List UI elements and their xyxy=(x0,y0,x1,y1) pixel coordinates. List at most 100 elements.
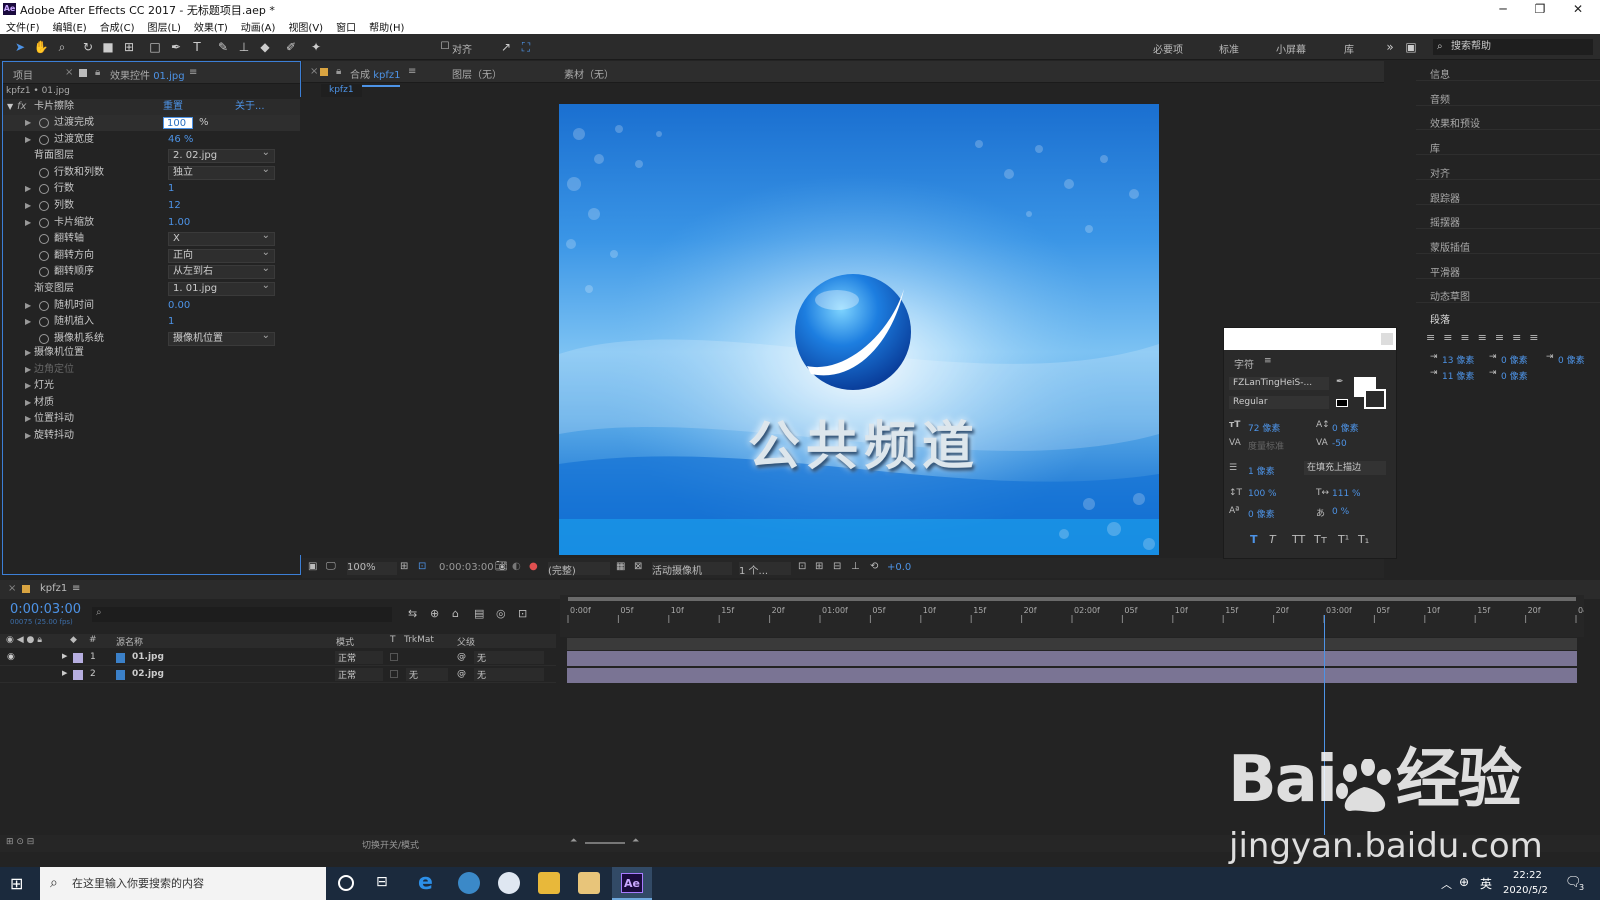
prop-dropdown[interactable]: 2. 02.jpg xyxy=(168,147,275,164)
puppet-pin-tool-icon[interactable]: ✦ xyxy=(308,39,324,55)
quality-dropdown[interactable]: (完整) xyxy=(548,562,610,577)
expand-group-icon[interactable]: ▶ xyxy=(25,362,31,378)
paragraph-align-icons[interactable]: ≡≡≡≡≡≡≡ xyxy=(1426,331,1547,344)
pen-tool-icon[interactable]: ✒ xyxy=(168,39,184,55)
expand-prop-icon[interactable]: ▶ xyxy=(25,314,31,330)
menu-file[interactable]: 文件(F) xyxy=(0,18,47,34)
right-panel-item[interactable]: 摇摆器 xyxy=(1430,214,1460,229)
vertical-scale-value[interactable]: 100 % xyxy=(1248,489,1277,499)
region-icon[interactable]: ⊡ xyxy=(418,561,426,572)
expand-prop-icon[interactable]: ▶ xyxy=(25,215,31,231)
effect-prop-row[interactable]: ▶ 随机植入 1 xyxy=(3,314,300,330)
expand-icon[interactable]: ▼ xyxy=(7,99,13,115)
prop-dropdown[interactable]: X xyxy=(168,230,275,247)
work-area-bar[interactable] xyxy=(567,638,1577,650)
close-tab-icon[interactable]: × xyxy=(65,67,73,78)
comp-breadcrumb-chip[interactable]: kpfz1 xyxy=(321,84,362,97)
about-link[interactable]: 关于... xyxy=(235,99,265,115)
layer-search-input[interactable]: ⌕ xyxy=(92,607,392,622)
taskbar-search-input[interactable]: ⌕ 在这里输入你要搜索的内容 xyxy=(40,867,326,900)
effect-prop-row[interactable]: 背面图层 2. 02.jpg xyxy=(3,147,300,164)
effect-prop-row[interactable]: 翻转方向 正向 xyxy=(3,247,300,264)
more-workspaces-icon[interactable]: » xyxy=(1382,39,1398,55)
tab-layer[interactable]: 图层（无） xyxy=(452,66,502,81)
viewer-timecode[interactable]: 0:00:03:00 xyxy=(439,562,494,573)
effect-group-row[interactable]: ▶ 灯光 xyxy=(3,378,300,394)
layer-label-color[interactable] xyxy=(73,670,83,680)
effect-prop-row[interactable]: 翻转顺序 从左到右 xyxy=(3,263,300,280)
menu-help[interactable]: 帮助(H) xyxy=(363,18,411,34)
tab-effect-controls[interactable]: 效果控件 01.jpg xyxy=(110,67,185,82)
comp-viewer[interactable]: 公共频道 xyxy=(300,97,1380,555)
draft-3d-icon[interactable]: ⊕ xyxy=(430,607,439,620)
workspace-small-screen[interactable]: 小屏幕 xyxy=(1276,41,1306,56)
type-tool-icon[interactable]: T xyxy=(189,39,205,55)
expand-group-icon[interactable]: ▶ xyxy=(25,411,31,427)
right-panel-item[interactable]: 库 xyxy=(1430,140,1440,155)
effect-group-row[interactable]: ▶ 边角定位 xyxy=(3,362,300,378)
paragraph-indent-value[interactable]: 0 像素 xyxy=(1501,353,1528,366)
zoom-slider[interactable] xyxy=(585,842,625,844)
frame-blending-icon[interactable]: ▤ xyxy=(474,607,484,620)
horizontal-scale-value[interactable]: 111 % xyxy=(1332,489,1361,499)
layer-bar-2[interactable] xyxy=(567,668,1577,683)
selection-tool-icon[interactable]: ➤ xyxy=(12,39,28,55)
exposure-value[interactable]: +0.0 xyxy=(887,562,911,573)
close-comp-tab-icon[interactable]: × xyxy=(310,66,318,77)
resolution-icon[interactable]: ⊞ xyxy=(400,561,408,572)
expand-prop-icon[interactable]: ▶ xyxy=(25,198,31,214)
clock-date[interactable]: 2020/5/2 xyxy=(1503,885,1548,896)
stroke-width-value[interactable]: 1 像素 xyxy=(1248,464,1275,477)
expand-layer-icon[interactable]: ▶ xyxy=(62,652,67,660)
flowchart-icon[interactable]: ⊥ xyxy=(851,561,860,572)
monitor-icon[interactable]: 🖵︎ xyxy=(326,561,336,572)
snap-options-icon[interactable]: ⛶ xyxy=(518,39,534,55)
app-icon-1[interactable] xyxy=(458,872,480,894)
always-preview-icon[interactable]: ▣ xyxy=(308,561,317,572)
menu-effect[interactable]: 效果(T) xyxy=(188,18,235,34)
align-checkbox-icon[interactable]: ☐ xyxy=(437,39,453,55)
file-explorer-icon[interactable] xyxy=(538,872,560,894)
expand-group-icon[interactable]: ▶ xyxy=(25,395,31,411)
col-name[interactable]: 源名称 xyxy=(116,635,143,648)
camera-dropdown[interactable]: 活动摄像机 xyxy=(652,562,732,577)
stopwatch-icon[interactable] xyxy=(39,201,49,211)
character-menu-icon[interactable]: ≡ xyxy=(1264,356,1272,366)
parent-dropdown[interactable]: 无 xyxy=(474,651,544,664)
tab-footage[interactable]: 素材（无） xyxy=(564,66,614,81)
paragraph-indent-value[interactable]: 11 像素 xyxy=(1442,369,1474,382)
all-caps-icon[interactable]: TT xyxy=(1292,533,1305,546)
maximize-icon[interactable]: ❐ xyxy=(1525,0,1555,18)
prop-dropdown[interactable]: 从左到右 xyxy=(168,263,275,280)
trkmat-dropdown[interactable]: 无 xyxy=(406,668,448,681)
black-swatch[interactable] xyxy=(1336,399,1348,407)
fx-icon[interactable]: fx xyxy=(17,99,26,115)
font-style-dropdown[interactable]: Regular xyxy=(1229,396,1329,409)
effect-group-row[interactable]: ▶ 位置抖动 xyxy=(3,411,300,427)
effect-group-row[interactable]: ▶ 旋转抖动 xyxy=(3,428,300,444)
paragraph-indent-value[interactable]: 13 像素 xyxy=(1442,353,1474,366)
effect-prop-row[interactable]: ▶ 随机时间 0.00 xyxy=(3,298,300,314)
font-family-dropdown[interactable]: FZLanTingHeiS-... xyxy=(1229,377,1329,390)
sync-settings-icon[interactable]: ▣ xyxy=(1403,39,1419,55)
stroke-color-swatch[interactable] xyxy=(1364,389,1386,409)
floating-panel-header[interactable] xyxy=(1224,328,1396,350)
expand-prop-icon[interactable]: ▶ xyxy=(25,298,31,314)
effect-prop-row[interactable]: ▶ 行数 1 xyxy=(3,181,300,197)
effect-prop-row[interactable]: ▶ 过渡宽度 46 % xyxy=(3,132,300,148)
panel-menu-icon[interactable]: ≡ xyxy=(189,67,197,78)
layer-name[interactable]: 01.jpg xyxy=(132,652,164,662)
stopwatch-icon[interactable] xyxy=(39,217,49,228)
expand-layer-icon[interactable]: ▶ xyxy=(62,669,67,677)
tsume-value[interactable]: 0 % xyxy=(1332,507,1349,517)
font-size-value[interactable]: 72 像素 xyxy=(1248,421,1280,434)
effect-prop-row[interactable]: ▶ 过渡完成 100% xyxy=(3,115,300,131)
baseline-shift-value[interactable]: 0 像素 xyxy=(1248,507,1275,520)
right-panel-item[interactable]: 对齐 xyxy=(1430,165,1450,180)
comp-canvas[interactable]: 公共频道 xyxy=(559,104,1159,555)
expand-prop-icon[interactable]: ▶ xyxy=(25,132,31,148)
rectangle-tool-icon[interactable]: □ xyxy=(147,39,163,55)
effect-prop-row[interactable]: 翻转轴 X xyxy=(3,230,300,247)
expand-prop-icon[interactable]: ▶ xyxy=(25,181,31,197)
effect-prop-row[interactable]: 渐变图层 1. 01.jpg xyxy=(3,280,300,297)
